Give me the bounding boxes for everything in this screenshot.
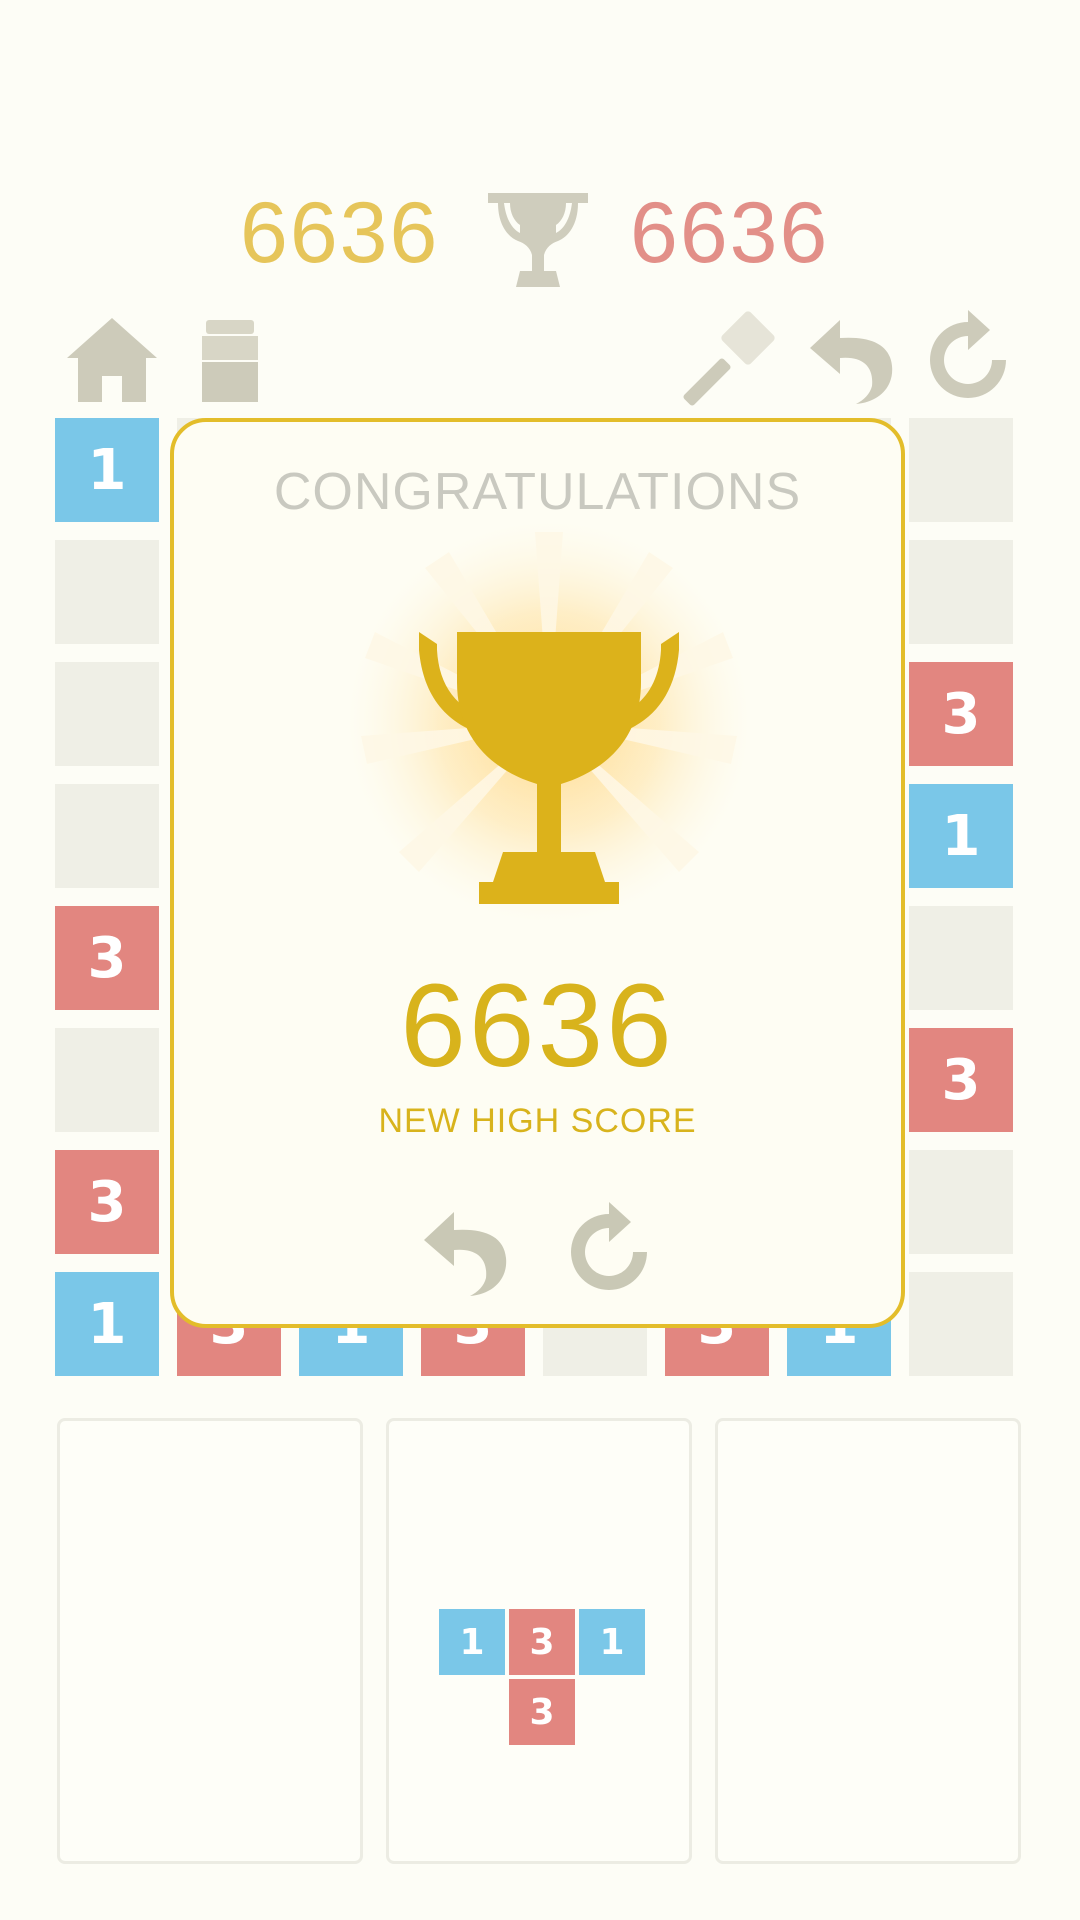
dialog-restart-button[interactable] bbox=[559, 1202, 659, 1302]
new-high-score-label: NEW HIGH SCORE bbox=[378, 1102, 697, 1140]
restart-icon bbox=[571, 1202, 647, 1290]
board-cell bbox=[909, 906, 1013, 1010]
dialog-undo-button[interactable] bbox=[414, 1202, 514, 1302]
undo-button[interactable] bbox=[800, 310, 900, 410]
undo-icon bbox=[424, 1212, 507, 1296]
board-cell bbox=[55, 784, 159, 888]
hammer-icon bbox=[683, 311, 775, 406]
tile-3: 3 bbox=[55, 1150, 159, 1254]
tile-3: 3 bbox=[909, 1028, 1013, 1132]
bin-button[interactable] bbox=[180, 310, 280, 410]
piece-slot-center[interactable]: 1313 bbox=[386, 1418, 692, 1864]
board-cell bbox=[909, 1272, 1013, 1376]
final-score: 6636 bbox=[400, 960, 675, 1092]
next-piece[interactable]: 1313 bbox=[439, 1609, 649, 1749]
trophy-icon bbox=[478, 185, 598, 295]
board-cell bbox=[55, 1028, 159, 1132]
piece-tile-1: 1 bbox=[579, 1609, 645, 1675]
board-cell bbox=[909, 1150, 1013, 1254]
tile-3: 3 bbox=[909, 662, 1013, 766]
dialog-title: CONGRATULATIONS bbox=[273, 463, 802, 521]
tile-1: 1 bbox=[909, 784, 1013, 888]
restart-icon bbox=[930, 310, 1006, 398]
piece-tile-3: 3 bbox=[509, 1679, 575, 1745]
board-cell bbox=[55, 540, 159, 644]
board-cell bbox=[909, 540, 1013, 644]
tile-1: 1 bbox=[55, 1272, 159, 1376]
tile-3: 3 bbox=[55, 906, 159, 1010]
hammer-button[interactable] bbox=[680, 310, 780, 410]
best-score: 6636 bbox=[630, 185, 830, 281]
home-button[interactable] bbox=[62, 310, 162, 410]
tile-1: 1 bbox=[55, 418, 159, 522]
trophy-icon bbox=[339, 522, 759, 942]
board-cell bbox=[55, 662, 159, 766]
congratulations-dialog: CONGRATULATIONS 6636 NEW HIGH SCORE bbox=[170, 418, 905, 1328]
undo-icon bbox=[810, 320, 893, 404]
board-cell bbox=[909, 418, 1013, 522]
restart-button[interactable] bbox=[918, 310, 1018, 410]
bin-icon bbox=[202, 320, 258, 402]
current-score: 6636 bbox=[240, 185, 440, 281]
piece-tile-1: 1 bbox=[439, 1609, 505, 1675]
home-icon bbox=[67, 318, 157, 402]
piece-tile-3: 3 bbox=[509, 1609, 575, 1675]
piece-slot-right[interactable] bbox=[715, 1418, 1021, 1864]
piece-slot-left[interactable] bbox=[57, 1418, 363, 1864]
